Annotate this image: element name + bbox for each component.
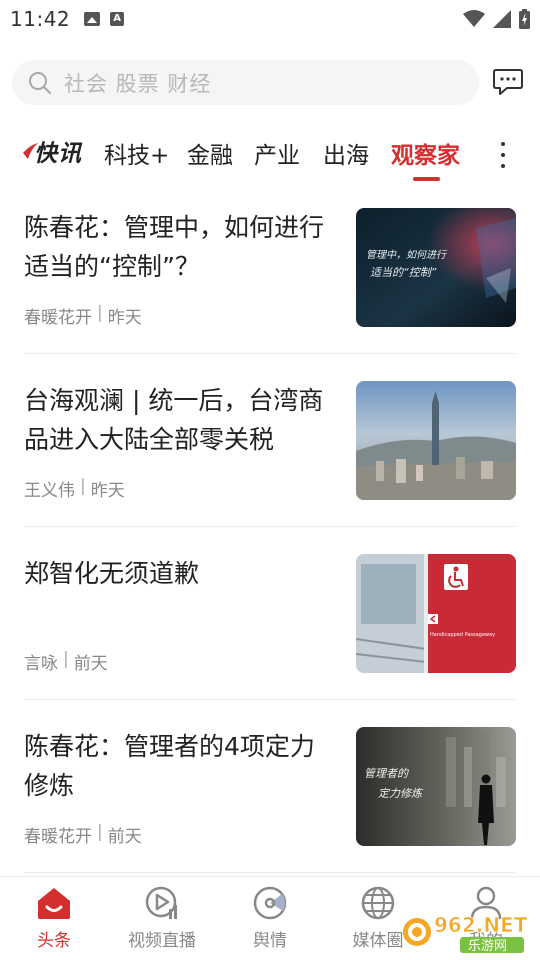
news-thumbnail[interactable]: Handicapped Passageway [356, 554, 516, 673]
active-tab-indicator [413, 177, 440, 181]
status-bar: 11:42 A [0, 0, 540, 38]
thumbnail-image: Handicapped Passageway [356, 554, 516, 673]
more-icon[interactable] [497, 142, 509, 168]
svg-text:适当的“控制”: 适当的“控制” [370, 266, 437, 279]
news-title[interactable]: 陈春花：管理中，如何进行适当的“控制”？ [24, 208, 334, 286]
image-icon [84, 12, 101, 26]
nav-label: 舆情 [253, 931, 287, 951]
news-meta: 春暖花开 | 前天 [24, 822, 142, 847]
news-author: 春暖花开 [24, 827, 92, 847]
tab-jinrong[interactable]: 金融 [187, 136, 233, 170]
news-item[interactable]: 郑智化无须道歉 言咏 | 前天 Handicapped Passageway [24, 554, 516, 674]
video-play-icon [145, 886, 177, 919]
news-meta: 言咏 | 前天 [24, 649, 108, 674]
news-time: 昨天 [107, 308, 142, 328]
news-time: 前天 [107, 827, 142, 847]
signal-icon [493, 10, 511, 28]
news-title[interactable]: 台海观澜 | 统一后，台湾商品进入大陆全部零关税 [24, 381, 334, 459]
search-placeholder: 社会 股票 财经 [64, 71, 212, 96]
svg-text:Handicapped Passageway: Handicapped Passageway [430, 632, 495, 638]
battery-icon [519, 9, 530, 29]
news-author: 春暖花开 [24, 308, 92, 328]
news-meta: 王义伟 | 昨天 [24, 476, 125, 501]
thumbnail-image [356, 381, 516, 500]
nav-label: 媒体圈 [352, 931, 404, 951]
svg-text:管理者的: 管理者的 [364, 767, 410, 780]
search-input[interactable]: 社会 股票 财经 [12, 60, 479, 105]
news-author: 言咏 [24, 654, 58, 674]
status-time: 11:42 [10, 7, 71, 31]
search-icon [29, 71, 51, 94]
globe-icon [361, 886, 395, 920]
svg-text:乐游网: 乐游网 [468, 939, 507, 954]
system-icons [463, 9, 530, 29]
news-thumbnail[interactable]: 管理中，如何进行 适当的“控制” [356, 208, 516, 327]
news-item[interactable]: 台海观澜 | 统一后，台湾商品进入大陆全部零关税 王义伟 | 昨天 [24, 381, 516, 501]
tab-kuaixun-label: 快讯 [34, 141, 82, 167]
nav-item-video[interactable]: 视频直播 [108, 877, 216, 960]
home-icon [38, 888, 70, 919]
news-author: 王义伟 [24, 481, 75, 501]
meta-separator: | [97, 822, 103, 842]
news-item[interactable]: 陈春花：管理中，如何进行适当的“控制”？ 春暖花开 | 昨天 管理中，如何进行 … [24, 208, 516, 328]
message-icon[interactable] [493, 68, 523, 96]
notification-icons: A [84, 12, 125, 26]
nav-item-yuqing[interactable]: 舆情 [216, 877, 324, 960]
channel-tabs: 快讯 科技+ 金融 产业 出海 观察家 [0, 130, 540, 182]
svg-text:962.NET: 962.NET [434, 913, 528, 937]
news-thumbnail[interactable] [356, 381, 516, 500]
tab-keji[interactable]: 科技+ [104, 136, 169, 170]
svg-text:定力修炼: 定力修炼 [378, 787, 424, 800]
news-time: 前天 [73, 654, 108, 674]
tab-guanchajia[interactable]: 观察家 [391, 136, 460, 170]
tab-kuaixun[interactable]: 快讯 [22, 136, 82, 167]
news-item[interactable]: 陈春花：管理者的4项定力修炼 春暖花开 | 前天 管理者的 定力修炼 [24, 727, 516, 847]
watermark-logo: 962.NET 乐游网 [400, 908, 536, 954]
divider [24, 526, 516, 527]
svg-text:管理中，如何进行: 管理中，如何进行 [366, 249, 448, 261]
radar-icon [253, 886, 287, 920]
nav-label: 视频直播 [128, 931, 196, 951]
meta-separator: | [80, 476, 86, 496]
news-title[interactable]: 郑智化无须道歉 [24, 554, 334, 593]
wifi-icon [463, 10, 485, 27]
divider [24, 699, 516, 700]
meta-separator: | [97, 303, 103, 323]
divider [24, 353, 516, 354]
divider [24, 872, 516, 873]
thumbnail-image: 管理中，如何进行 适当的“控制” [356, 208, 516, 327]
tab-chanye[interactable]: 产业 [254, 136, 300, 170]
news-meta: 春暖花开 | 昨天 [24, 303, 142, 328]
news-time: 昨天 [90, 481, 125, 501]
thumbnail-image: 管理者的 定力修炼 [356, 727, 516, 846]
news-thumbnail[interactable]: 管理者的 定力修炼 [356, 727, 516, 846]
news-title[interactable]: 陈春花：管理者的4项定力修炼 [24, 727, 334, 805]
meta-separator: | [63, 649, 69, 669]
tab-chuhai[interactable]: 出海 [323, 136, 369, 170]
a-icon: A [110, 12, 125, 26]
nav-label: 头条 [37, 931, 71, 951]
nav-item-toutiao[interactable]: 头条 [0, 877, 108, 960]
